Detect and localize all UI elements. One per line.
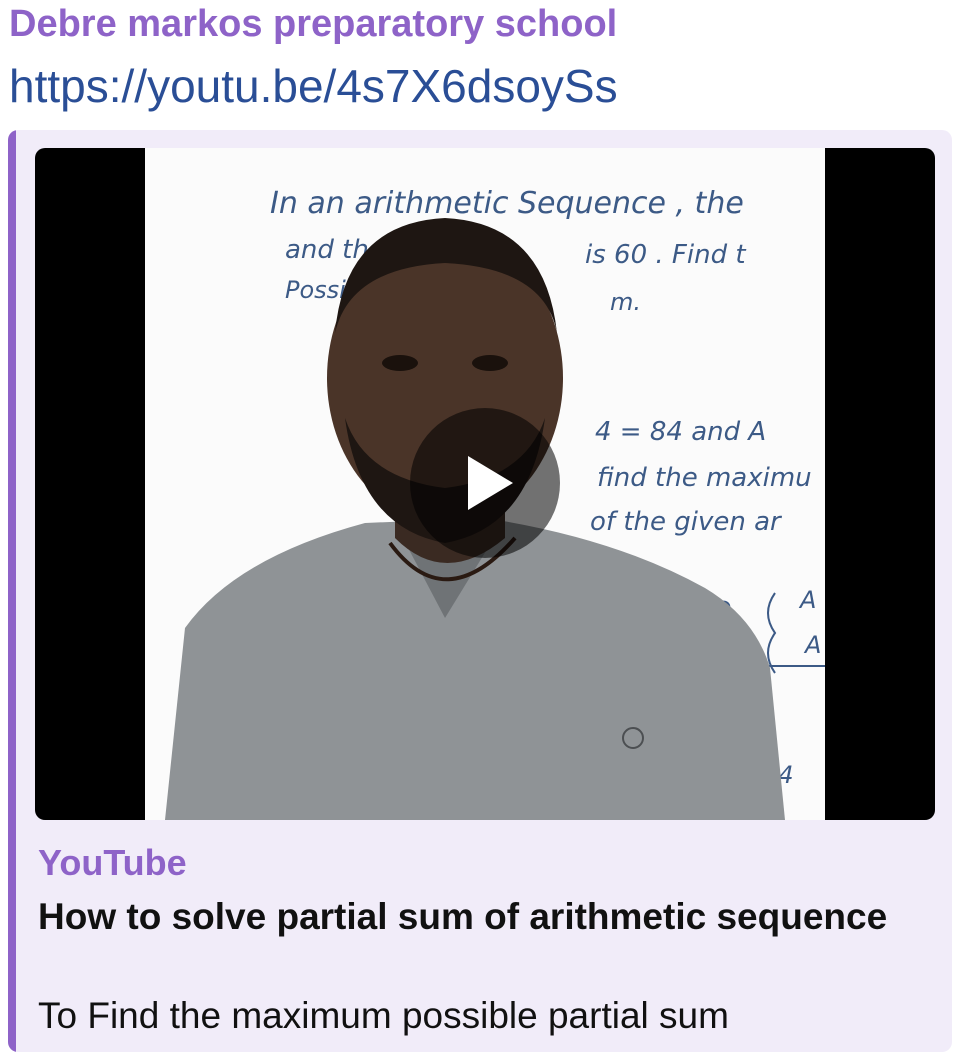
whiteboard-line-5: m. [610,288,641,316]
whiteboard-line-11: A [803,631,821,659]
play-icon [468,456,513,510]
preview-accent-bar [8,130,16,1052]
whiteboard-line-10: A [798,586,816,614]
whiteboard-line-1: In an arithmetic Sequence , the [270,186,744,221]
preview-site-name: YouTube [38,842,187,883]
sender-name[interactable]: Debre markos preparatory school [9,2,617,46]
whiteboard-line-6: 4 = 84 and A [595,417,766,447]
whiteboard-line-8: of the given ar [590,507,783,537]
message-link[interactable]: https://youtu.be/4s7X6dsoySs [9,58,618,114]
whiteboard-line-3: is 60 . Find t [585,240,746,270]
link-preview-card[interactable]: In an arithmetic Sequence , the and the … [8,130,952,1052]
preview-description: To Find the maximum possible partial sum [38,995,729,1036]
play-button[interactable] [410,408,560,558]
preview-title: How to solve partial sum of arithmetic s… [38,896,888,937]
message-bubble: Debre markos preparatory school https://… [0,0,969,1055]
video-thumbnail[interactable]: In an arithmetic Sequence , the and the … [35,148,935,820]
whiteboard-line-7: find the maximu [597,463,812,493]
